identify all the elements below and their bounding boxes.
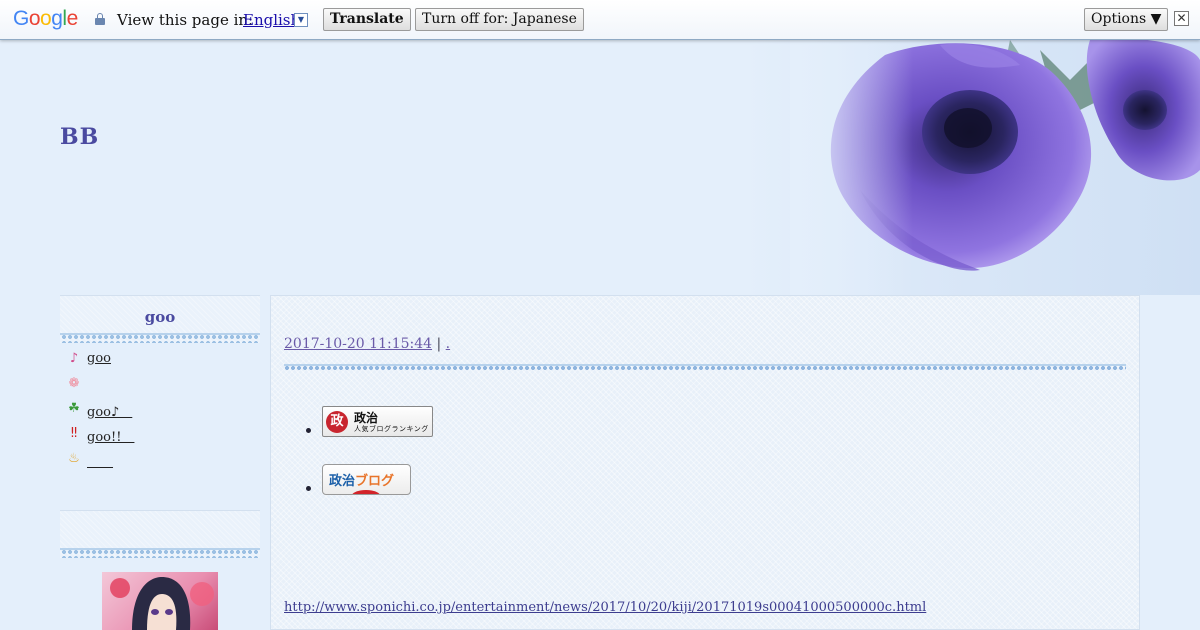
sidebar-item[interactable]: ☘ goo♪ [66,398,256,423]
banner-title: 政治ブログ [329,474,395,489]
sidebar-title: goo [144,308,176,326]
translate-prompt: View this page in: [117,11,254,29]
sidebar-box-profile [60,510,260,558]
sidebar-item-icon: ♨ [68,451,80,466]
ranking-logo-icon: 政 [326,411,348,433]
decorative-border [60,333,260,343]
sidebar-item-link[interactable]: goo [87,351,111,366]
sidebar-item-link[interactable]: goo!! [87,426,134,445]
sidebar-item-icon: ♪ [69,351,79,366]
sidebar-box-goo: goo [60,295,260,343]
decorative-arc [351,490,381,494]
blog-title[interactable]: BB [60,124,99,150]
sidebar-item-link[interactable] [87,451,113,470]
sidebar-item-link[interactable]: goo♪ [87,401,132,420]
google-logo-letter: o [40,7,52,30]
post-timestamp-link[interactable]: 2017-10-20 11:15:44 [284,336,432,352]
google-logo: Google [13,7,78,31]
lock-icon [95,13,105,25]
google-logo-letter: g [51,7,63,30]
sidebar-item[interactable]: ‼ goo!! [66,423,256,448]
sidebar-item-icon: ☘ [68,401,80,416]
google-logo-letter: G [13,7,29,30]
sidebar-item[interactable]: ♨ [66,448,256,473]
translate-button[interactable]: Translate [323,8,411,31]
sidebar-item-icon: ❁ [68,376,80,391]
chevron-down-icon[interactable]: ▼ [294,13,308,27]
blog-header: BB [0,40,1200,295]
flower-image [790,40,1200,295]
post-meta: 2017-10-20 11:15:44 | . [284,336,450,352]
decorative-border [60,548,260,558]
sidebar-item[interactable]: ♪ goo [66,348,256,373]
close-icon[interactable]: ✕ [1174,11,1189,26]
decorative-border [284,364,1126,372]
avatar[interactable] [102,572,218,630]
bullet-icon [306,486,311,491]
banner-subtitle: 人気ブログランキング [354,425,429,433]
blog-village-banner[interactable]: 政治ブログ [322,464,411,495]
source-url-link[interactable]: http://www.sponichi.co.jp/entertainment/… [284,600,926,615]
sidebar-list: ♪ goo ❁ ☘ goo♪ ‼ goo!! ♨ [66,348,256,473]
meta-separator: | [436,336,442,352]
language-select[interactable]: English [243,11,300,29]
options-button[interactable]: Options ▼ [1084,8,1169,31]
bullet-icon [306,428,311,433]
ranking-banner-politics[interactable]: 政 政治 人気ブログランキング [322,406,433,437]
translate-bar: Google View this page in: English ▼ Tran… [0,0,1200,40]
turn-off-button[interactable]: Turn off for: Japanese [415,8,584,31]
category-link[interactable]: . [446,336,450,352]
google-logo-letter: o [28,7,41,30]
google-logo-letter: e [66,7,79,30]
sidebar-item-icon: ‼ [70,426,78,441]
sidebar-item[interactable]: ❁ [66,373,256,398]
